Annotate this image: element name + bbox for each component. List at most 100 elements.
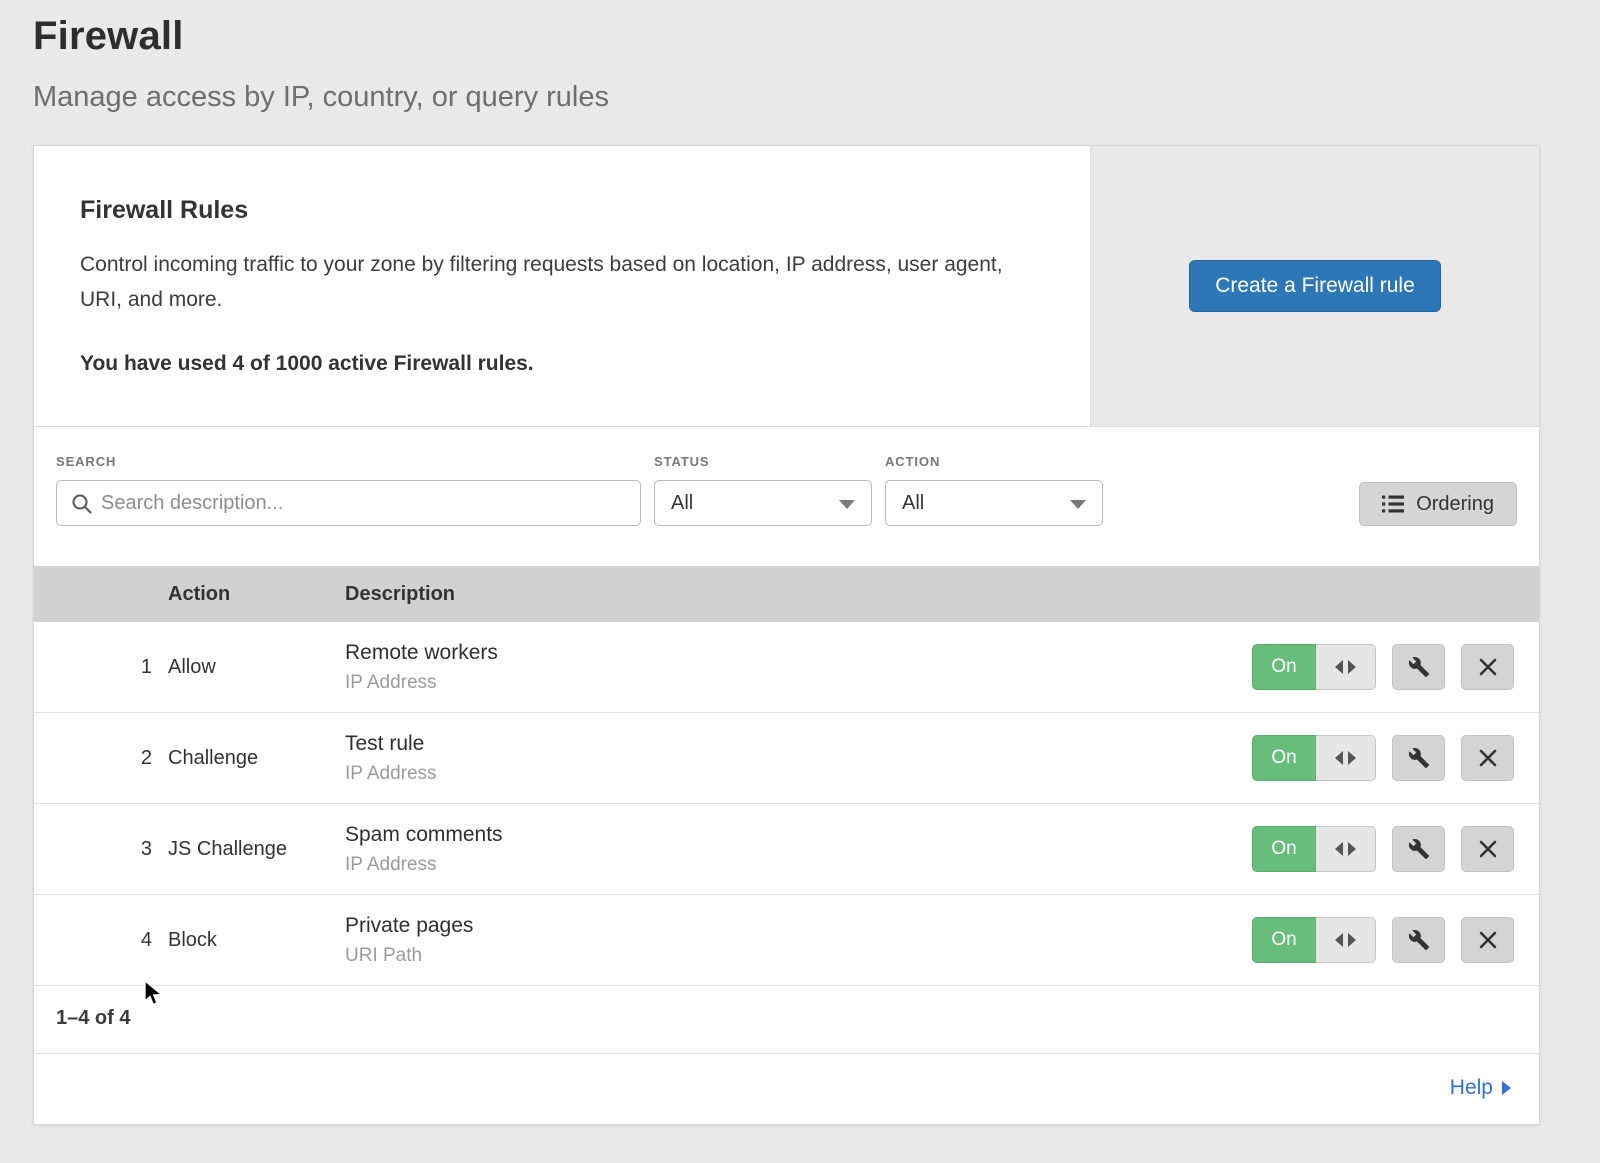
delete-rule-button[interactable] (1461, 917, 1514, 963)
wrench-icon (1408, 656, 1430, 678)
rules-usage-count: You have used 4 of 1000 active Firewall … (80, 352, 1044, 376)
action-select-value: All (902, 492, 924, 515)
rule-title: Private pages (345, 914, 1251, 938)
ordering-button-label: Ordering (1416, 493, 1494, 516)
wrench-icon (1408, 929, 1430, 951)
table-row: 3 JS Challenge Spam comments IP Address … (34, 804, 1539, 895)
action-filter-group: ACTION All (885, 454, 1103, 526)
help-link-label: Help (1450, 1076, 1493, 1100)
toggle-handle (1316, 917, 1376, 963)
rules-description: Control incoming traffic to your zone by… (80, 247, 1030, 318)
ordering-button[interactable]: Ordering (1359, 482, 1517, 526)
arrow-left-icon (1335, 933, 1343, 947)
rule-description-cell: Test rule IP Address (345, 732, 1251, 785)
rule-action: Block (168, 929, 345, 952)
toggle-on-state: On (1252, 735, 1316, 781)
rules-section-title: Firewall Rules (80, 196, 1044, 225)
arrow-left-icon (1335, 751, 1343, 765)
toggle-handle (1316, 735, 1376, 781)
filters-bar: SEARCH STATUS All ACTION (34, 427, 1539, 566)
page-subtitle: Manage access by IP, country, or query r… (33, 81, 1540, 114)
rule-match-type: IP Address (345, 672, 1251, 694)
arrow-left-icon (1335, 660, 1343, 674)
help-arrow-icon (1502, 1081, 1511, 1095)
wrench-icon (1408, 747, 1430, 769)
edit-rule-button[interactable] (1392, 644, 1445, 690)
close-icon (1478, 657, 1498, 677)
search-icon (71, 493, 93, 515)
status-filter-group: STATUS All (654, 454, 872, 526)
status-select[interactable]: All (654, 480, 872, 526)
column-header-action: Action (168, 583, 345, 606)
edit-rule-button[interactable] (1392, 826, 1445, 872)
toggle-on-state: On (1252, 917, 1316, 963)
rule-priority: 4 (34, 929, 168, 952)
chevron-down-icon (839, 500, 855, 509)
help-row: Help (34, 1054, 1539, 1124)
rule-controls: On (1251, 826, 1514, 872)
firewall-page: Firewall Manage access by IP, country, o… (0, 0, 1600, 1163)
rule-priority: 1 (34, 656, 168, 679)
toggle-on-state: On (1252, 644, 1316, 690)
chevron-down-icon (1070, 500, 1086, 509)
rule-description-cell: Private pages URI Path (345, 914, 1251, 967)
rule-title: Spam comments (345, 823, 1251, 847)
edit-rule-button[interactable] (1392, 735, 1445, 781)
rule-controls: On (1251, 917, 1514, 963)
help-link[interactable]: Help (1450, 1076, 1511, 1100)
wrench-icon (1408, 838, 1430, 860)
status-label: STATUS (654, 454, 872, 469)
search-filter-group: SEARCH (56, 454, 641, 526)
rule-match-type: URI Path (345, 945, 1251, 967)
ordering-list-icon (1382, 494, 1404, 514)
action-label: ACTION (885, 454, 1103, 469)
search-label: SEARCH (56, 454, 641, 469)
rules-intro-section: Firewall Rules Control incoming traffic … (34, 146, 1539, 427)
delete-rule-button[interactable] (1461, 826, 1514, 872)
pagination-range: 1–4 of 4 (34, 986, 1539, 1054)
toggle-handle (1316, 826, 1376, 872)
toggle-on-state: On (1252, 826, 1316, 872)
create-firewall-rule-button[interactable]: Create a Firewall rule (1189, 260, 1441, 312)
rule-description-cell: Spam comments IP Address (345, 823, 1251, 876)
rule-enabled-toggle[interactable]: On (1252, 644, 1376, 690)
search-input[interactable] (57, 481, 640, 525)
close-icon (1478, 839, 1498, 859)
rule-match-type: IP Address (345, 763, 1251, 785)
arrow-right-icon (1348, 660, 1356, 674)
rule-title: Test rule (345, 732, 1251, 756)
rule-match-type: IP Address (345, 854, 1251, 876)
rules-intro-text: Firewall Rules Control incoming traffic … (34, 146, 1090, 426)
rule-action: Allow (168, 656, 345, 679)
rule-action: JS Challenge (168, 838, 345, 861)
table-header: Action Description (34, 566, 1539, 622)
rule-description-cell: Remote workers IP Address (345, 641, 1251, 694)
column-header-description: Description (345, 583, 1251, 606)
delete-rule-button[interactable] (1461, 644, 1514, 690)
action-select[interactable]: All (885, 480, 1103, 526)
rule-title: Remote workers (345, 641, 1251, 665)
rule-priority: 3 (34, 838, 168, 861)
arrow-right-icon (1348, 933, 1356, 947)
rule-enabled-toggle[interactable]: On (1252, 917, 1376, 963)
close-icon (1478, 748, 1498, 768)
close-icon (1478, 930, 1498, 950)
search-box (56, 480, 641, 526)
page-title: Firewall (33, 14, 1540, 59)
table-row: 1 Allow Remote workers IP Address On (34, 622, 1539, 713)
rule-action: Challenge (168, 747, 345, 770)
firewall-rules-card: Firewall Rules Control incoming traffic … (33, 145, 1540, 1125)
table-row: 2 Challenge Test rule IP Address On (34, 713, 1539, 804)
delete-rule-button[interactable] (1461, 735, 1514, 781)
status-select-value: All (671, 492, 693, 515)
edit-rule-button[interactable] (1392, 917, 1445, 963)
page-header: Firewall Manage access by IP, country, o… (0, 0, 1600, 114)
rule-enabled-toggle[interactable]: On (1252, 826, 1376, 872)
table-row: 4 Block Private pages URI Path On (34, 895, 1539, 986)
arrow-left-icon (1335, 842, 1343, 856)
rule-controls: On (1251, 644, 1514, 690)
toggle-handle (1316, 644, 1376, 690)
rule-controls: On (1251, 735, 1514, 781)
create-rule-panel: Create a Firewall rule (1090, 146, 1539, 426)
rule-enabled-toggle[interactable]: On (1252, 735, 1376, 781)
